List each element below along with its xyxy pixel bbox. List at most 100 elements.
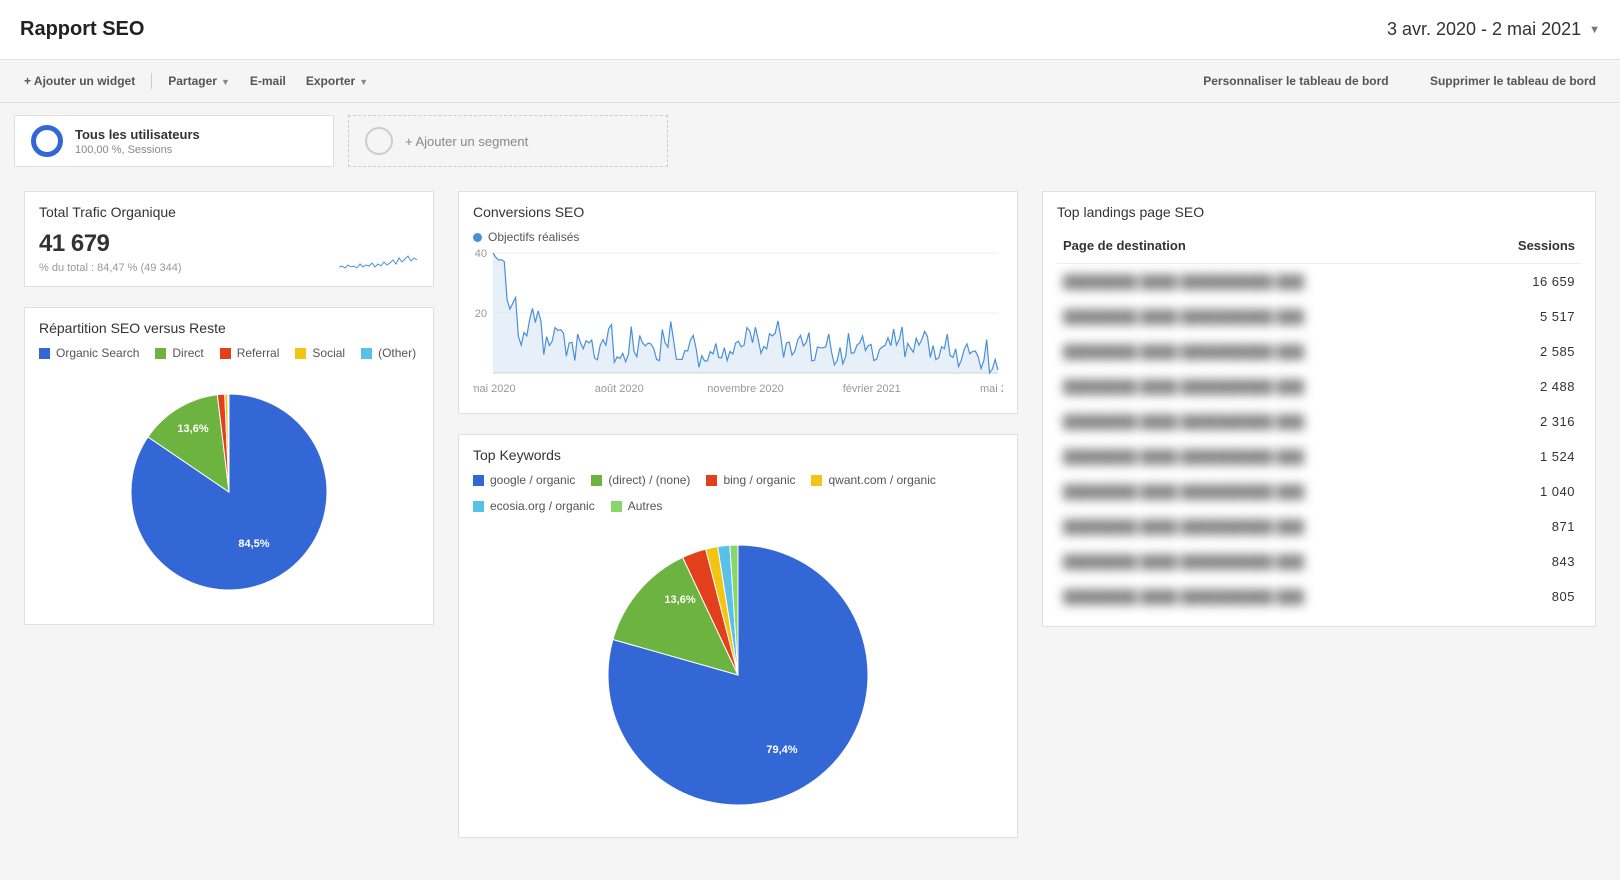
table-row[interactable]: ████████ ████ ██████████ ███1 040 [1057,474,1581,509]
cell-sessions: 2 585 [1469,334,1581,369]
widget-title: Total Trafic Organique [39,204,419,220]
widget-landings: Top landings page SEO Page de destinatio… [1042,191,1596,627]
widget-conversions: Conversions SEO Objectifs réalisés 4020m… [458,191,1018,414]
legend-label: qwant.com / organic [828,473,935,487]
customize-dashboard-button[interactable]: Personnaliser le tableau de bord [1193,70,1398,92]
svg-text:79,4%: 79,4% [766,744,797,756]
legend-item: google / organic [473,473,575,487]
cell-page: ████████ ████ ██████████ ███ [1057,579,1469,614]
table-row[interactable]: ████████ ████ ██████████ ███843 [1057,544,1581,579]
svg-text:août 2020: août 2020 [595,383,644,395]
legend-swatch [155,348,166,359]
chevron-down-icon: ▼ [359,77,368,87]
delete-dashboard-button[interactable]: Supprimer le tableau de bord [1420,70,1606,92]
page-header: Rapport SEO 3 avr. 2020 - 2 mai 2021 ▼ [0,0,1620,60]
svg-text:13,6%: 13,6% [177,423,208,435]
widget-title: Conversions SEO [473,204,1003,220]
cell-sessions: 805 [1469,579,1581,614]
table-row[interactable]: ████████ ████ ██████████ ███16 659 [1057,264,1581,300]
legend-swatch [473,501,484,512]
cell-page: ████████ ████ ██████████ ███ [1057,369,1469,404]
cell-page: ████████ ████ ██████████ ███ [1057,439,1469,474]
add-segment-button[interactable]: + Ajouter un segment [348,115,668,167]
toolbar-left: + Ajouter un widget Partager▼ E-mail Exp… [14,70,378,92]
cell-sessions: 2 316 [1469,404,1581,439]
legend-item: (Other) [361,346,416,360]
widget-title: Répartition SEO versus Reste [39,320,419,336]
segment-title: Tous les utilisateurs [75,127,200,142]
segment-circle-icon [31,125,63,157]
legend-item: qwant.com / organic [811,473,935,487]
svg-text:novembre 2020: novembre 2020 [707,383,783,395]
widget-repartition: Répartition SEO versus Reste Organic Sea… [24,307,434,625]
legend-swatch [220,348,231,359]
widget-keywords: Top Keywords google / organic (direct) / … [458,434,1018,838]
cell-page: ████████ ████ ██████████ ███ [1057,299,1469,334]
svg-text:13,6%: 13,6% [664,594,695,606]
legend-item: (direct) / (none) [591,473,690,487]
add-segment-label: + Ajouter un segment [405,134,528,149]
separator [151,73,152,89]
cell-page: ████████ ████ ██████████ ███ [1057,474,1469,509]
legend-item: Objectifs réalisés [473,230,579,244]
legend-swatch [473,475,484,486]
legend-item: Social [295,346,345,360]
table-row[interactable]: ████████ ████ ██████████ ███1 524 [1057,439,1581,474]
add-widget-button[interactable]: + Ajouter un widget [14,70,145,92]
cell-sessions: 2 488 [1469,369,1581,404]
date-range-picker[interactable]: 3 avr. 2020 - 2 mai 2021 ▼ [1387,19,1600,40]
legend-label: (direct) / (none) [608,473,690,487]
export-button[interactable]: Exporter▼ [296,70,378,92]
svg-text:mai 2020: mai 2020 [473,383,516,395]
cell-sessions: 843 [1469,544,1581,579]
legend-swatch [361,348,372,359]
legend-swatch [706,475,717,486]
empty-circle-icon [365,127,393,155]
legend-label: Autres [628,499,663,513]
cell-page: ████████ ████ ██████████ ███ [1057,509,1469,544]
segment-subtitle: 100,00 %, Sessions [75,144,200,156]
table-row[interactable]: ████████ ████ ██████████ ███2 488 [1057,369,1581,404]
segment-all-users[interactable]: Tous les utilisateurs 100,00 %, Sessions [14,115,334,167]
legend-label: Social [312,346,345,360]
table-row[interactable]: ████████ ████ ██████████ ███2 316 [1057,404,1581,439]
legend-swatch [295,348,306,359]
sparkline-chart [339,250,419,274]
legend-swatch [611,501,622,512]
legend-label: Objectifs réalisés [488,230,579,244]
email-button[interactable]: E-mail [240,70,296,92]
legend-label: Referral [237,346,280,360]
traffic-value: 41 679 [39,230,181,258]
column-2: Conversions SEO Objectifs réalisés 4020m… [458,191,1018,838]
table-row[interactable]: ████████ ████ ██████████ ███5 517 [1057,299,1581,334]
cell-sessions: 1 524 [1469,439,1581,474]
legend-label: Direct [172,346,203,360]
svg-text:février 2021: février 2021 [843,383,901,395]
legend-label: (Other) [378,346,416,360]
svg-text:20: 20 [475,308,487,320]
table-row[interactable]: ████████ ████ ██████████ ███805 [1057,579,1581,614]
segment-text: Tous les utilisateurs 100,00 %, Sessions [75,127,200,156]
cell-page: ████████ ████ ██████████ ███ [1057,544,1469,579]
line-chart-conversions: 4020mai 2020août 2020novembre 2020févrie… [473,248,1003,398]
table-row[interactable]: ████████ ████ ██████████ ███2 585 [1057,334,1581,369]
date-range-label: 3 avr. 2020 - 2 mai 2021 [1387,19,1581,40]
cell-page: ████████ ████ ██████████ ███ [1057,264,1469,300]
chevron-down-icon: ▼ [221,77,230,87]
svg-text:mai 2...: mai 2... [980,383,1003,395]
legend-item: Autres [611,499,663,513]
share-button[interactable]: Partager▼ [158,70,240,92]
legend-label: Organic Search [56,346,139,360]
legend-item: Referral [220,346,280,360]
table-row[interactable]: ████████ ████ ██████████ ███871 [1057,509,1581,544]
toolbar-right: Personnaliser le tableau de bord Supprim… [1175,70,1606,92]
widget-title: Top Keywords [473,447,1003,463]
toolbar: + Ajouter un widget Partager▼ E-mail Exp… [0,60,1620,103]
dashboard-grid: Total Trafic Organique 41 679 % du total… [0,179,1620,862]
legend-item: Organic Search [39,346,139,360]
cell-sessions: 871 [1469,509,1581,544]
column-3: Top landings page SEO Page de destinatio… [1042,191,1596,627]
column-1: Total Trafic Organique 41 679 % du total… [24,191,434,625]
circle-icon [473,233,482,242]
widget-title: Top landings page SEO [1057,204,1581,220]
